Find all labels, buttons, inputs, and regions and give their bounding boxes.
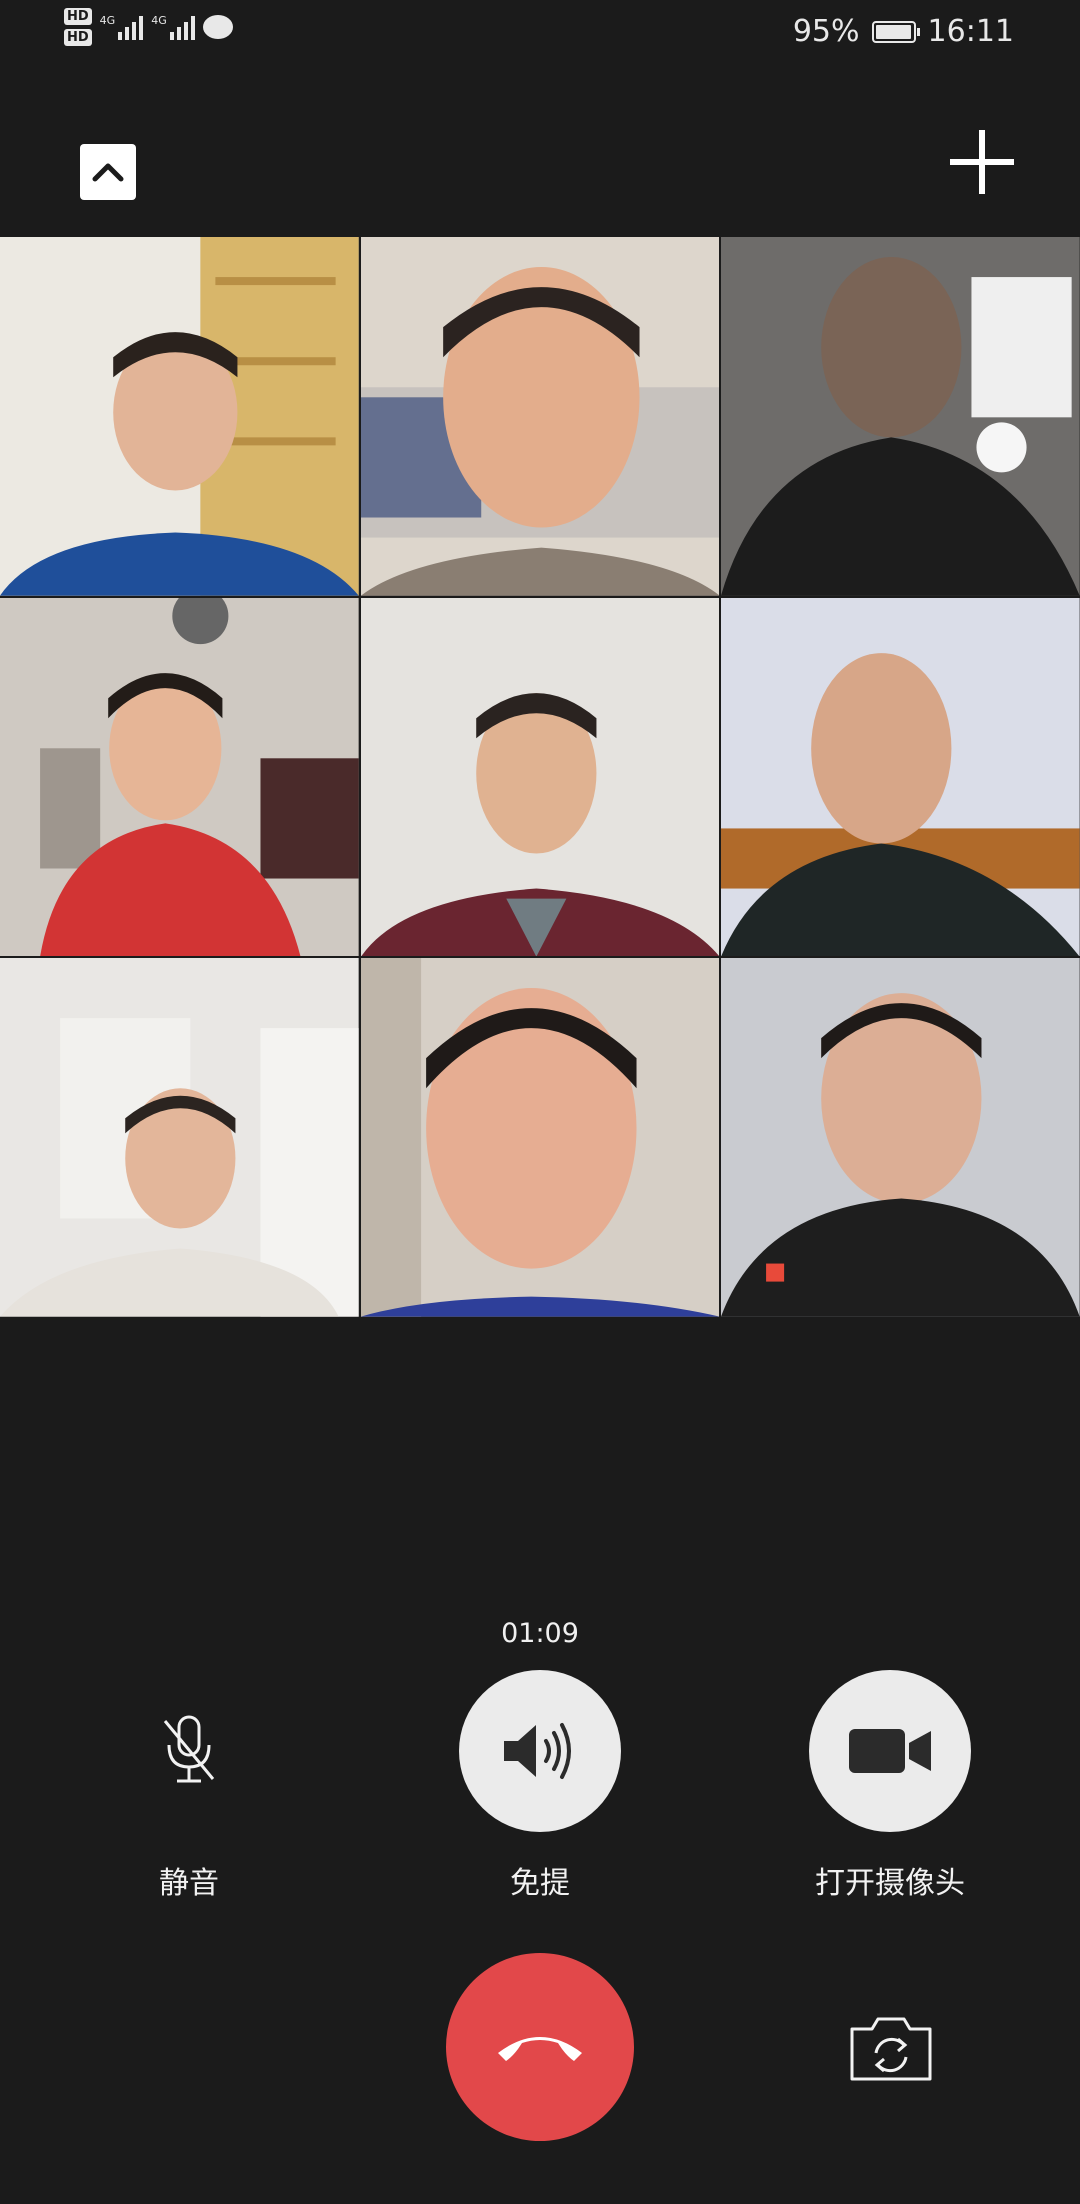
- hd-icon: HD: [64, 29, 92, 46]
- participant-video-tile[interactable]: [721, 958, 1080, 1317]
- participant-video: [0, 958, 359, 1317]
- participant-video-tile[interactable]: [0, 597, 359, 957]
- participant-video-tile[interactable]: [360, 597, 720, 957]
- participant-video: [0, 237, 359, 596]
- signal-icon: 4G: [100, 14, 144, 40]
- hd-icon: HD: [64, 8, 92, 25]
- speaker-icon: [504, 1723, 571, 1779]
- participant-video: [721, 958, 1080, 1317]
- participant-video: [360, 237, 720, 596]
- mute-button-circle[interactable]: [108, 1670, 270, 1832]
- switch-camera-button[interactable]: [848, 2013, 934, 2083]
- participant-video-tile[interactable]: [721, 597, 1080, 957]
- mute-label: 静音: [159, 1866, 219, 1901]
- participant-video: [721, 597, 1080, 957]
- hd-indicators: HD HD: [64, 8, 92, 46]
- microphone-muted-icon: [163, 1715, 215, 1783]
- participant-video-grid: [0, 237, 1080, 1317]
- participant-video: [721, 237, 1080, 596]
- hang-up-button[interactable]: [446, 1953, 634, 2141]
- participant-video-tile[interactable]: [0, 958, 359, 1317]
- participant-video-tile[interactable]: [360, 958, 720, 1317]
- participant-video: [0, 597, 359, 957]
- participant-video-tile[interactable]: [721, 237, 1080, 596]
- open-camera-button-circle[interactable]: [809, 1670, 971, 1832]
- video-call-screen: HD HD 4G 4G 95% 16:11 01:09 静音 免提 打开摄像头: [0, 0, 1080, 2204]
- participant-video: [360, 597, 720, 957]
- clock: 16:11: [927, 14, 1014, 49]
- open-camera-label: 打开摄像头: [815, 1866, 965, 1901]
- add-participant-button[interactable]: [950, 130, 1014, 194]
- call-duration: 01:09: [501, 1618, 579, 1649]
- participant-video-tile[interactable]: [0, 237, 359, 596]
- status-bar-right: 95% 16:11: [793, 14, 1014, 49]
- speaker-button-circle[interactable]: [459, 1670, 621, 1832]
- status-bar-left: HD HD 4G 4G: [64, 8, 233, 46]
- open-camera-button[interactable]: 打开摄像头: [780, 1670, 1000, 1902]
- wechat-message-icon: [202, 15, 233, 39]
- minimize-call-button[interactable]: [80, 144, 136, 200]
- mute-button[interactable]: 静音: [79, 1670, 299, 1902]
- speaker-button[interactable]: 免提: [430, 1670, 650, 1902]
- participant-video: [360, 958, 720, 1317]
- battery-percent: 95%: [792, 14, 860, 49]
- participant-video-tile[interactable]: [360, 237, 720, 596]
- speaker-label: 免提: [510, 1866, 570, 1901]
- chevron-up-icon: [92, 163, 124, 182]
- battery-icon: [871, 20, 920, 43]
- hang-up-phone-icon: [498, 2037, 582, 2061]
- video-camera-icon: [849, 1729, 931, 1773]
- signal-icon: 4G: [151, 14, 195, 40]
- camera-switch-icon: [850, 2017, 932, 2081]
- status-bar: HD HD 4G 4G 95% 16:11: [0, 0, 1080, 64]
